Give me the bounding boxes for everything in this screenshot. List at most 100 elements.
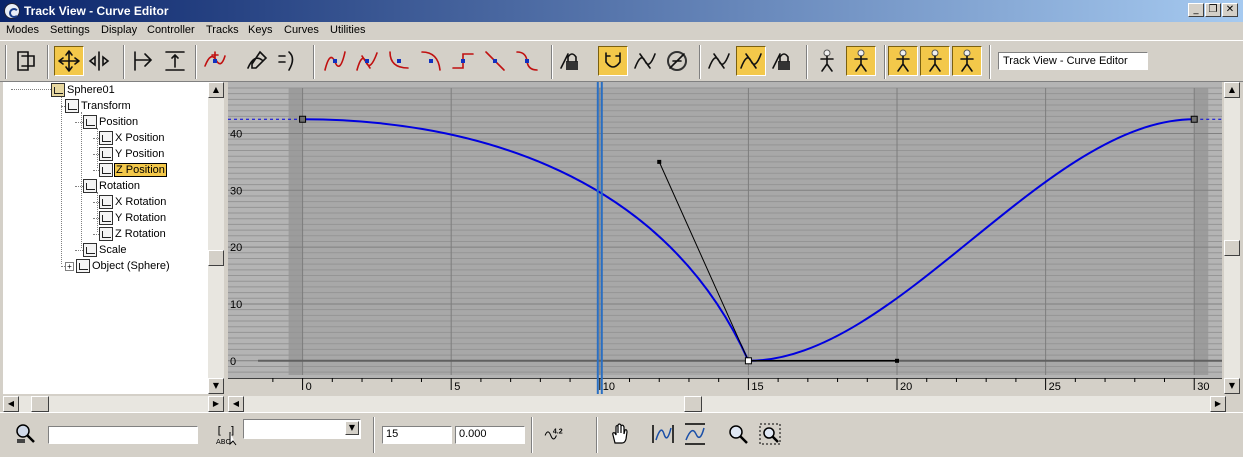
pan-hand-icon[interactable] (606, 420, 634, 448)
biped-curves-icon[interactable] (952, 46, 982, 76)
track-set-dropdown[interactable]: ▼ (243, 419, 361, 439)
expand-icon[interactable]: + (65, 261, 74, 271)
zoom-icon[interactable] (724, 420, 752, 448)
graph-vertical-scrollbar[interactable]: ▲ ▼ (1224, 82, 1240, 394)
selection-name-field[interactable] (48, 426, 198, 444)
graph-horizontal-scrollbar[interactable]: ◀ ▶ (228, 396, 1226, 412)
menu-modes[interactable]: Modes (6, 24, 39, 36)
view-name-field[interactable]: Track View - Curve Editor (998, 52, 1148, 70)
menu-keys[interactable]: Keys (248, 24, 272, 36)
scroll-right-button[interactable]: ▶ (208, 396, 224, 412)
position-icon (83, 115, 97, 129)
controller-tree[interactable]: Sphere01 Transform Position X Position Y Pos… (3, 82, 208, 394)
tangent-fast-icon[interactable] (384, 46, 414, 76)
scroll-down-button[interactable]: ▼ (1224, 378, 1240, 394)
menu-display[interactable]: Display (101, 24, 137, 36)
move-keys-icon[interactable] (54, 46, 84, 76)
menu-curves[interactable]: Curves (284, 24, 319, 36)
scale-keys-icon[interactable] (128, 46, 158, 76)
lock-selection-icon[interactable] (556, 46, 586, 76)
menu-tracks[interactable]: Tracks (206, 24, 239, 36)
tree-item[interactable]: Sphere01 (51, 82, 115, 98)
zoom-region-icon[interactable] (756, 420, 784, 448)
lock-tangents-icon[interactable] (768, 46, 798, 76)
scroll-up-button[interactable]: ▲ (1224, 82, 1240, 98)
add-keys-icon[interactable] (200, 46, 230, 76)
menu-utilities[interactable]: Utilities (330, 24, 365, 36)
scroll-left-button[interactable]: ◀ (3, 396, 19, 412)
draw-curves-icon[interactable] (242, 46, 272, 76)
show-all-tangents-icon[interactable] (704, 46, 734, 76)
reduce-keys-icon[interactable] (274, 46, 304, 76)
biped-position-icon[interactable] (846, 46, 876, 76)
tangent-slow-icon[interactable] (416, 46, 446, 76)
x-tick-label: 20 (900, 381, 912, 393)
zoom-horizontal-extents-icon[interactable] (649, 420, 677, 448)
tree-item-label: Y Rotation (115, 212, 167, 224)
biped-scale-icon[interactable] (920, 46, 950, 76)
key-point[interactable] (299, 115, 307, 123)
tree-hscroll-thumb[interactable] (31, 396, 49, 412)
tree-item[interactable]: Z Rotation (99, 226, 166, 242)
show-selected-key-stats-icon[interactable]: 4.2 (538, 420, 572, 448)
curve-track-icon (99, 195, 113, 209)
toolbar-separator (551, 45, 553, 79)
app-logo-icon[interactable] (4, 3, 20, 19)
title-bar[interactable]: Track View - Curve Editor _ ❐ ✕ (0, 0, 1243, 22)
slide-keys-icon[interactable] (84, 46, 114, 76)
show-keyable-icon[interactable] (662, 46, 692, 76)
tree-item[interactable]: Position (83, 114, 138, 130)
chevron-down-icon[interactable]: ▼ (345, 421, 359, 435)
tangent-step-icon[interactable] (448, 46, 478, 76)
parameter-curve-out-of-range-icon[interactable] (630, 46, 660, 76)
tree-item[interactable]: Transform (65, 98, 131, 114)
tree-item[interactable]: Z Position (99, 162, 167, 178)
tree-scroll-thumb[interactable] (208, 250, 224, 266)
tree-connector (61, 96, 62, 264)
show-tangents-icon[interactable] (736, 46, 766, 76)
graph-hscroll-thumb[interactable] (684, 396, 702, 412)
zoom-selected-object-icon[interactable] (12, 420, 40, 448)
tree-item[interactable]: X Position (99, 130, 165, 146)
out-tangent-handle[interactable] (895, 358, 900, 363)
key-frame-field[interactable]: 15 (382, 426, 452, 444)
in-tangent-handle[interactable] (657, 159, 662, 164)
filters-icon[interactable] (12, 46, 42, 76)
toolbar-separator (123, 45, 125, 79)
biped-display-icon[interactable] (812, 46, 842, 76)
key-value-field[interactable]: 0.000 (455, 426, 525, 444)
toolbar-separator (989, 45, 991, 79)
tree-item[interactable]: + Object (Sphere) (65, 258, 170, 274)
tree-item[interactable]: X Rotation (99, 194, 166, 210)
curve-graph[interactable]: 0 10 20 30 40 0 5 10 15 20 25 30 (228, 82, 1222, 394)
tree-horizontal-scrollbar[interactable]: ◀ ▶ (3, 396, 224, 412)
scroll-down-button[interactable]: ▼ (208, 378, 224, 394)
scroll-left-button[interactable]: ◀ (228, 396, 244, 412)
key-point[interactable] (1190, 115, 1198, 123)
close-button[interactable]: ✕ (1222, 3, 1238, 17)
selected-key[interactable] (744, 357, 752, 365)
tree-item-label: Z Position (114, 163, 167, 177)
biped-rotation-icon[interactable] (888, 46, 918, 76)
tangent-custom-icon[interactable] (352, 46, 382, 76)
tangent-auto-icon[interactable] (320, 46, 350, 76)
scroll-up-button[interactable]: ▲ (208, 82, 224, 98)
tree-item[interactable]: Rotation (83, 178, 140, 194)
zoom-value-extents-icon[interactable] (681, 420, 709, 448)
scroll-right-button[interactable]: ▶ (1210, 396, 1226, 412)
tangent-linear-icon[interactable] (480, 46, 510, 76)
statusbar-separator (373, 417, 375, 453)
snap-frames-icon[interactable] (598, 46, 628, 76)
minimize-button[interactable]: _ (1188, 3, 1204, 17)
scale-values-icon[interactable] (160, 46, 190, 76)
tree-item[interactable]: Scale (83, 242, 127, 258)
tree-vertical-scrollbar[interactable]: ▲ ▼ (208, 82, 224, 394)
menu-settings[interactable]: Settings (50, 24, 90, 36)
tangent-smooth-icon[interactable] (512, 46, 542, 76)
restore-button[interactable]: ❐ (1205, 3, 1221, 17)
menu-controller[interactable]: Controller (147, 24, 195, 36)
tree-item[interactable]: Y Rotation (99, 210, 166, 226)
edit-track-set-icon[interactable]: [ ] ABC (212, 420, 240, 448)
graph-scroll-thumb[interactable] (1224, 240, 1240, 256)
tree-item[interactable]: Y Position (99, 146, 164, 162)
